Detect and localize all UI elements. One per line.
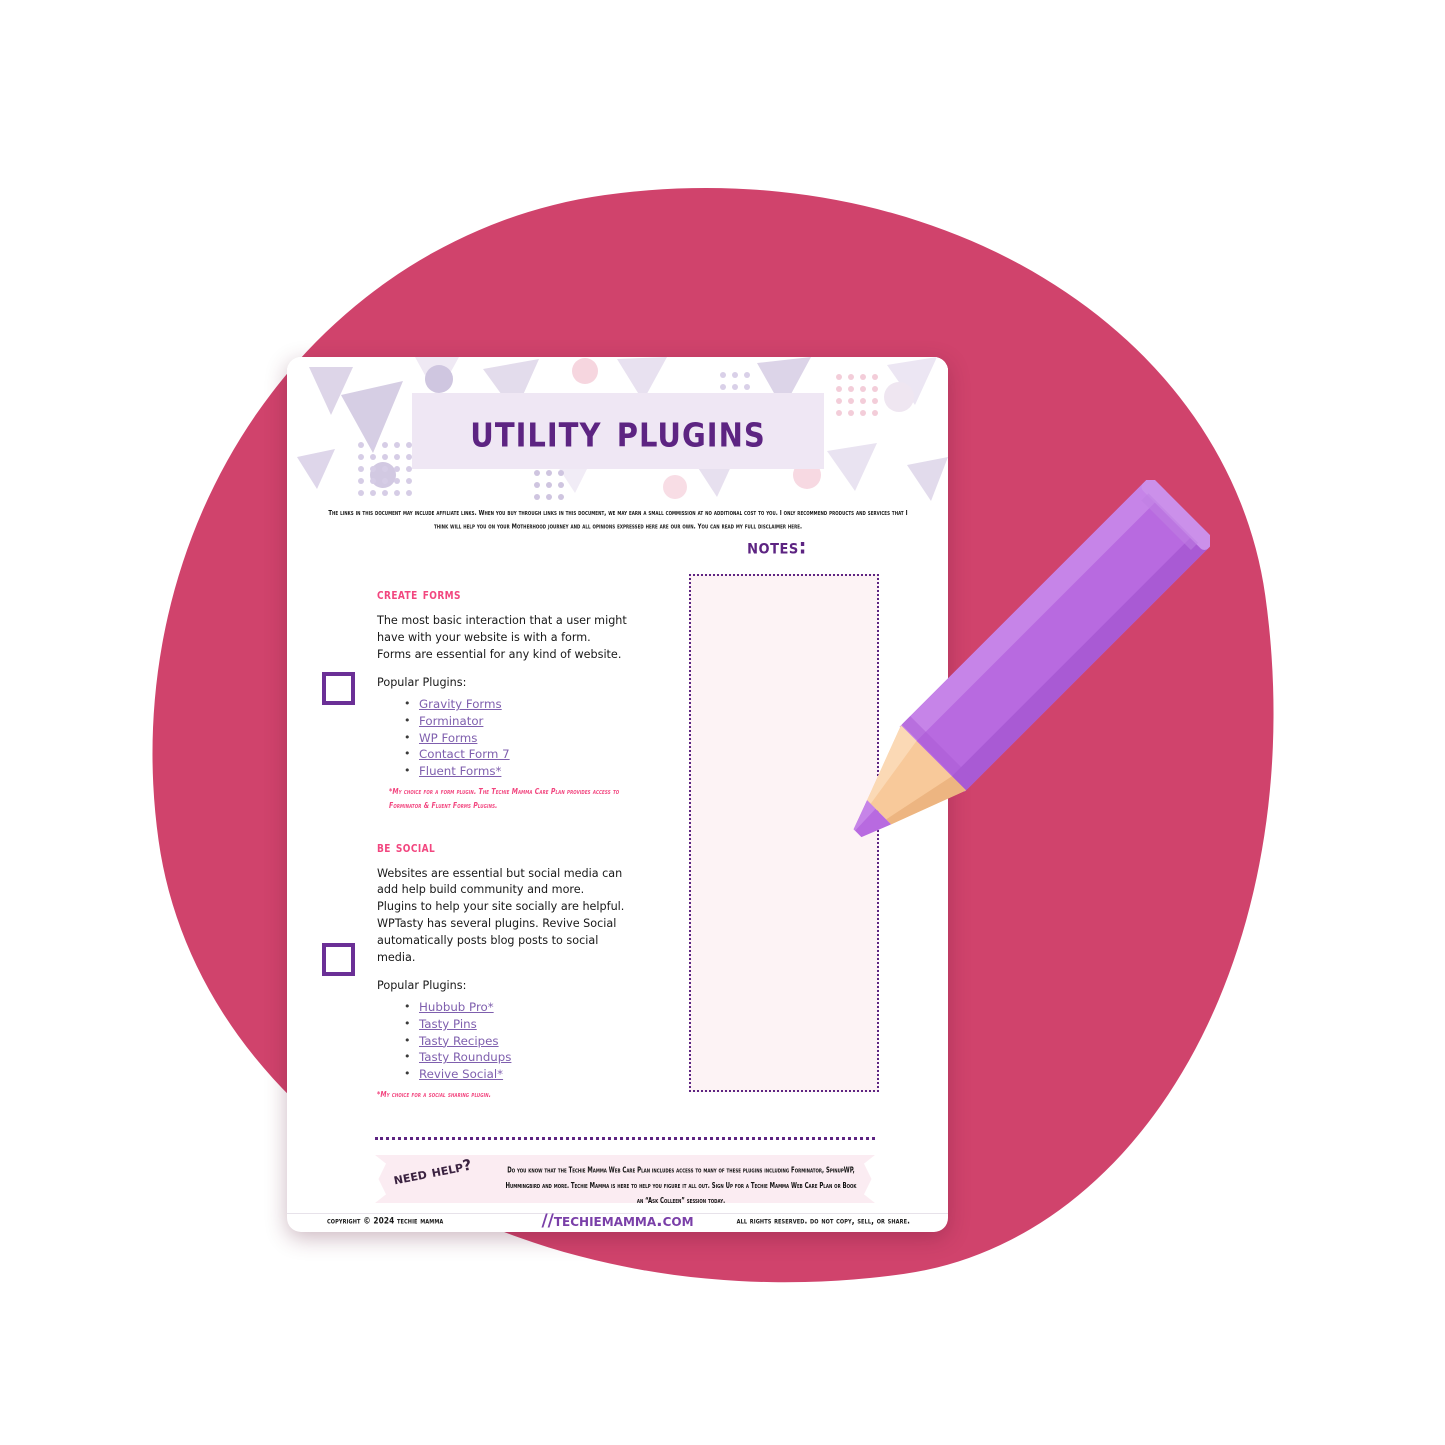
list-item[interactable]: Tasty Recipes — [404, 1034, 627, 1050]
list-item[interactable]: Tasty Pins — [404, 1017, 627, 1033]
list-item[interactable]: WP Forms — [404, 731, 627, 747]
plugin-link[interactable]: Revive Social* — [419, 1067, 503, 1081]
plugin-link[interactable]: Gravity Forms — [419, 697, 502, 711]
plugin-link[interactable]: Tasty Recipes — [419, 1034, 499, 1048]
section-body: The most basic interaction that a user m… — [377, 614, 627, 661]
plugin-list-be-social: Hubbub Pro* Tasty Pins Tasty Recipes Tas… — [377, 1000, 627, 1082]
list-item[interactable]: Revive Social* — [404, 1067, 627, 1083]
plugin-link[interactable]: Tasty Pins — [419, 1017, 477, 1031]
section-heading: Create Forms — [377, 585, 461, 604]
pencil-icon — [853, 475, 1216, 838]
plugin-list-create-forms: Gravity Forms Forminator WP Forms Contac… — [377, 697, 627, 779]
section-body: Websites are essential but social media … — [377, 866, 625, 964]
need-help-banner: Need Help? Do you know that the Techie M… — [375, 1155, 875, 1205]
section-create-forms: Create Forms The most basic interaction … — [322, 585, 627, 810]
popular-plugins-label: Popular Plugins: — [377, 676, 467, 690]
plugin-link[interactable]: Contact Form 7 — [419, 747, 510, 761]
plugin-link[interactable]: Fluent Forms* — [419, 764, 501, 778]
dotted-divider — [375, 1137, 875, 1143]
list-item[interactable]: Forminator — [404, 714, 627, 730]
section-be-social: Be Social Websites are essential but soc… — [322, 837, 627, 1100]
content-column: Create Forms The most basic interaction … — [322, 585, 627, 1100]
list-item[interactable]: Hubbub Pro* — [404, 1000, 627, 1016]
list-item[interactable]: Tasty Roundups — [404, 1050, 627, 1066]
popular-plugins-label: Popular Plugins: — [377, 979, 467, 993]
title-plate: Utility Plugins — [412, 393, 824, 469]
plugin-link[interactable]: Forminator — [419, 714, 483, 728]
plugin-link[interactable]: WP Forms — [419, 731, 477, 745]
checkbox-create-forms[interactable] — [322, 672, 355, 706]
page-footer: Copyright © 2024 Techie Mamma //techiema… — [287, 1211, 948, 1232]
plugin-link[interactable]: Tasty Roundups — [419, 1050, 511, 1064]
list-item[interactable]: Contact Form 7 — [404, 747, 627, 763]
footer-rights: All Rights Reserved. Do Not Copy, Sell, … — [736, 1215, 910, 1226]
plugin-link[interactable]: Hubbub Pro* — [419, 1000, 494, 1014]
pencil-illustration — [790, 475, 1216, 900]
section-footnote: *My choice for a social sharing plugin. — [377, 1090, 492, 1100]
section-footnote: *My choice for a form plugin. The Techie… — [389, 787, 620, 811]
checkbox-be-social[interactable] — [322, 943, 355, 977]
list-item[interactable]: Gravity Forms — [404, 697, 627, 713]
poster-canvas: Utility Plugins The links in this docume… — [0, 0, 1445, 1445]
list-item[interactable]: Fluent Forms* — [404, 764, 627, 780]
page-title: Utility Plugins — [470, 404, 766, 458]
need-help-text: Do you know that the Techie Mamma Web Ca… — [505, 1166, 857, 1206]
section-heading: Be Social — [377, 837, 436, 856]
